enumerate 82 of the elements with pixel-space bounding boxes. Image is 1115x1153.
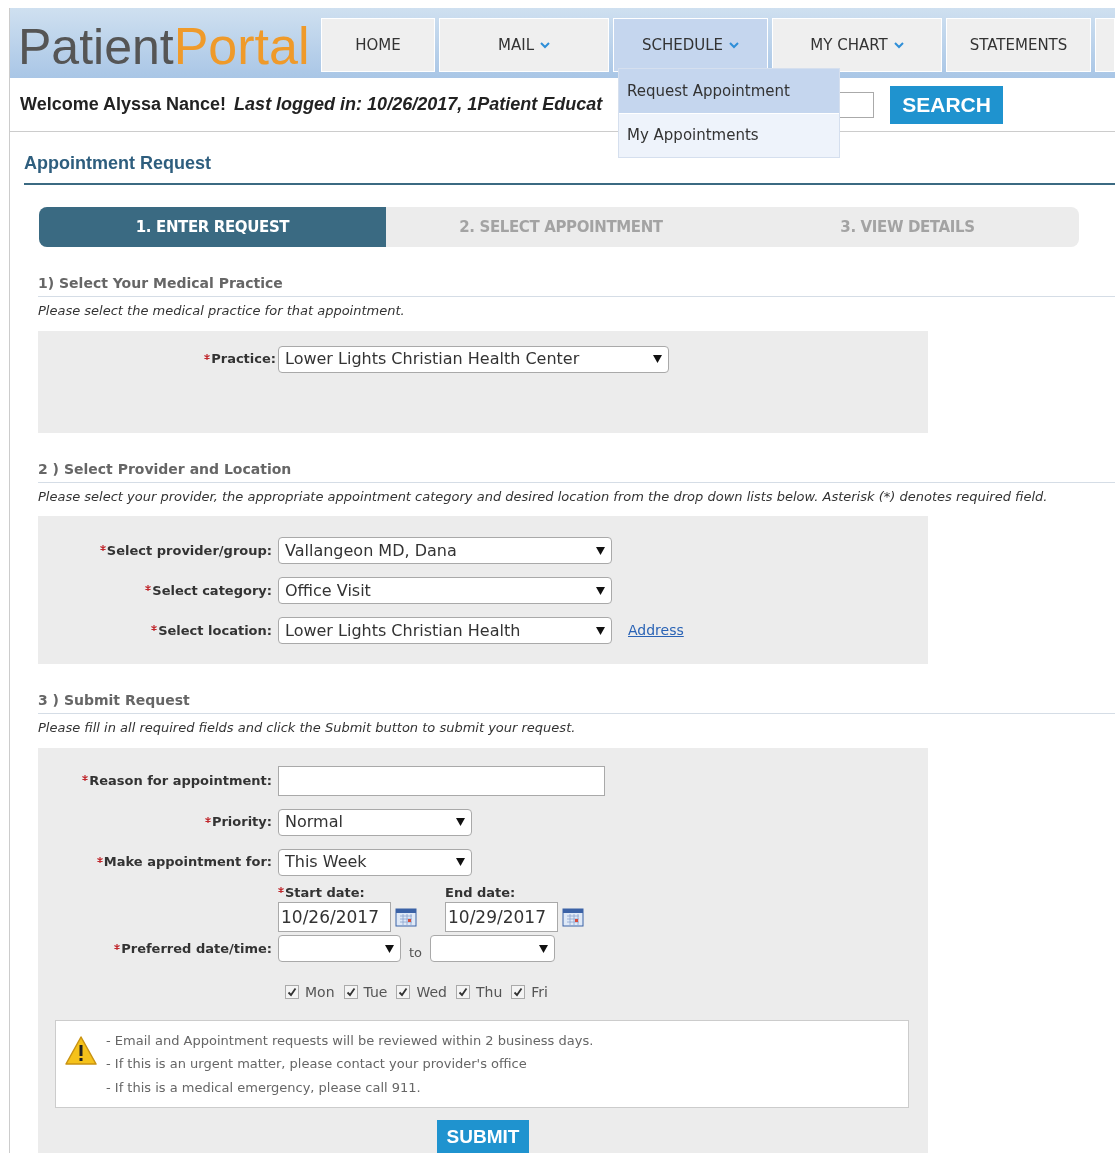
to-label: to	[409, 944, 423, 962]
section-title: 3 ) Submit Request	[38, 690, 1115, 714]
warning-icon	[64, 1034, 98, 1067]
day-label: Tue	[363, 982, 388, 1002]
notice-text: - Email and Appointment requests will be reviewed within 2 business days.	[106, 1031, 594, 1050]
dropdown[interactable]: Office Visit	[278, 577, 612, 604]
field-label: Make appointment for:	[38, 852, 278, 872]
chevron-down-icon	[729, 41, 740, 49]
menu-item[interactable]: My Appointments	[619, 113, 839, 157]
field-label: Priority:	[38, 812, 278, 832]
asterisk-icon	[99, 545, 106, 552]
end-date-field[interactable]: 10/29/2017	[445, 902, 558, 932]
last-login-text: Last logged in: 10/26/2017, 1	[234, 93, 478, 116]
dropdown[interactable]: Lower Lights Christian Health Center	[278, 345, 669, 373]
check-icon	[458, 987, 468, 997]
dropdown-arrow-icon	[596, 546, 605, 555]
section-hint: Please select your provider, the appropriate appointment category and desired location from the drop down lists below. Asterisk (*) denotes required field.	[38, 487, 1049, 506]
field-label: Start date:	[278, 882, 417, 902]
check-icon	[513, 987, 524, 997]
start-date-field[interactable]: 10/26/2017	[278, 902, 391, 932]
field-label: Select provider/group:	[38, 540, 278, 561]
asterisk-icon	[151, 625, 158, 632]
progress-step: 1. ENTER REQUEST	[39, 207, 386, 247]
checkbox[interactable]	[285, 985, 299, 999]
notice-text: - If this is a medical emergency, please call 911.	[106, 1078, 422, 1097]
day-label: Thu	[476, 982, 503, 1002]
nav-tab[interactable]: HOME	[321, 18, 435, 72]
chevron-down-icon	[540, 41, 550, 49]
check-icon	[398, 987, 409, 997]
section-title: 2 ) Select Provider and Location	[38, 458, 1115, 483]
field-label: Practice:	[38, 349, 278, 369]
chevron-down-icon	[893, 41, 904, 49]
field-label: Preferred date/time:	[38, 939, 278, 959]
progress-step: 3. VIEW DETAILS	[736, 207, 1079, 247]
field-label: Select location:	[38, 620, 278, 641]
progress-step: 2. SELECT APPOINTMENT	[386, 207, 736, 247]
notice-text: - If this is an urgent matter, please contact your provider's office	[106, 1055, 528, 1073]
logo: PatientPortal	[17, 16, 311, 72]
dropdown[interactable]: This Week	[278, 848, 472, 876]
asterisk-icon	[96, 856, 103, 863]
nav-tab[interactable]: SCHEDULE	[613, 18, 768, 72]
checkbox[interactable]	[456, 985, 470, 999]
checkbox[interactable]	[343, 985, 358, 999]
menu-item[interactable]: Request Appointment	[619, 69, 839, 113]
asterisk-icon	[114, 943, 121, 950]
dropdown[interactable]: Vallangeon MD, Dana	[278, 537, 612, 564]
asterisk-icon	[204, 816, 211, 823]
dropdown-arrow-icon	[539, 944, 549, 953]
field-label: Reason for appointment:	[38, 770, 278, 791]
section-hint: Please fill in all required fields and click the Submit button to submit your request.	[38, 719, 577, 737]
dropdown-arrow-icon	[596, 626, 605, 635]
welcome-text: Welcome Alyssa Nance!	[20, 93, 227, 116]
dropdown[interactable]: Lower Lights Christian Health	[278, 617, 612, 644]
calendar-icon[interactable]	[395, 907, 417, 927]
asterisk-icon	[82, 775, 89, 782]
dropdown-arrow-icon	[456, 858, 465, 866]
section-hint: Please select the medical practice for that appointment.	[38, 302, 406, 320]
checkbox[interactable]	[511, 985, 526, 999]
field-label: Select category:	[38, 580, 278, 601]
day-label: Fri	[531, 982, 548, 1002]
dropdown-arrow-icon	[456, 818, 465, 826]
section-title: 1) Select Your Medical Practice	[38, 273, 1115, 297]
asterisk-icon	[145, 585, 152, 592]
nav-tab[interactable]: STATEMENTS	[946, 18, 1091, 72]
calendar-icon[interactable]	[562, 907, 584, 927]
nav-tab[interactable]: MAIL	[439, 18, 609, 72]
field-label: End date:	[445, 883, 517, 902]
dropdown-arrow-icon	[653, 355, 662, 363]
dropdown-arrow-icon	[596, 586, 605, 595]
asterisk-icon	[278, 887, 284, 893]
reason-field[interactable]	[278, 765, 605, 796]
patient-education-link[interactable]: Patient Educat	[477, 91, 603, 118]
day-label: Wed	[416, 982, 447, 1002]
check-icon	[287, 987, 297, 997]
checkbox[interactable]	[396, 985, 411, 999]
dropdown[interactable]: Normal	[278, 808, 472, 836]
day-label: Mon	[305, 982, 335, 1002]
dropdown-arrow-icon	[385, 944, 394, 953]
nav-tab[interactable]: MY CHART	[772, 18, 942, 72]
address-link[interactable]: Address	[628, 620, 684, 641]
check-icon	[345, 987, 356, 997]
asterisk-icon	[204, 353, 211, 360]
